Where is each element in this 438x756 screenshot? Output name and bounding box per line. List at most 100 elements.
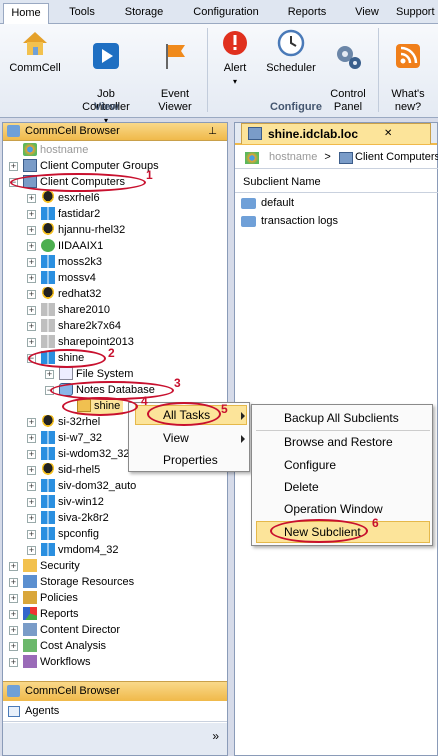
event-viewer-label: Event Viewer [158,88,192,113]
tree-item-client[interactable]: siv-dom32_auto [41,479,136,495]
tree-item-client[interactable]: share2k7x64 [41,319,121,335]
menu-item-configure[interactable]: Configure [284,456,336,474]
tree-item-label: IIDAAIX1 [58,240,104,252]
tree-item-client[interactable]: IIDAAIX1 [41,239,103,255]
alert-button[interactable]: Alert ▾ [212,28,258,88]
tree-item-client[interactable]: vmdom4_32 [41,543,119,559]
tab-home[interactable]: Home [3,3,49,24]
menu-item-properties[interactable]: Properties [163,451,218,469]
tree-root[interactable]: hostname [23,143,88,159]
tab-support[interactable]: Support [396,3,438,24]
alert-label: Alert [223,62,247,74]
whats-new-button[interactable]: What's new? [382,28,434,114]
tab-tools[interactable]: Tools [54,3,110,24]
expand-icon[interactable]: + [27,338,36,347]
breadcrumb: hostname > Client Computers [235,147,438,169]
event-viewer-button[interactable]: Event Viewer [148,28,202,114]
expand-icon[interactable]: + [27,546,36,555]
expand-icon[interactable]: + [9,162,18,171]
tree-item-workflows[interactable]: Workflows [23,655,91,671]
tab-configuration[interactable]: Configuration [180,3,272,24]
expand-icon[interactable]: + [27,274,36,283]
expand-icon[interactable]: + [27,418,36,427]
expand-icon[interactable]: + [27,466,36,475]
tree-item-storage-resources[interactable]: Storage Resources [23,575,134,591]
tree-item-client[interactable]: si-wdom32_32 [41,447,130,463]
expand-icon[interactable]: + [9,610,18,619]
node0-icon [23,559,37,572]
expand-icon[interactable]: + [27,450,36,459]
menu-item-operation-window[interactable]: Operation Window [284,500,383,518]
tree-item-label: Client Computer Groups [40,160,159,172]
bottom-browser-header[interactable]: CommCell Browser [3,681,227,701]
win-icon [41,495,55,508]
tree-item-client[interactable]: hjannu-rhel32 [41,223,125,239]
ribbon-separator [378,28,379,112]
tree-item-security[interactable]: Security [23,559,80,575]
menu-item-backup-all-subclients[interactable]: Backup All Subclients [284,409,399,427]
expand-icon[interactable]: + [27,434,36,443]
expand-icon[interactable]: + [9,594,18,603]
tree-item-client[interactable]: sid-rhel5 [41,463,100,479]
expand-icon[interactable]: + [27,210,36,219]
expand-icon[interactable]: + [9,626,18,635]
tree-item-label: Reports [40,608,79,620]
tree-item-reports[interactable]: Reports [23,607,79,623]
tree-item-client[interactable]: esxrhel6 [41,191,100,207]
expand-icon[interactable]: + [27,482,36,491]
pin-icon[interactable]: ⊥ [208,123,217,140]
agents-item[interactable]: Agents [3,702,227,722]
tree-item-client[interactable]: siv-win12 [41,495,104,511]
expand-icon[interactable]: + [9,658,18,667]
tree-item-client[interactable]: spconfig [41,527,99,543]
tree-item-client[interactable]: share2010 [41,303,110,319]
expand-icon[interactable]: + [27,322,36,331]
tree-item-client[interactable]: si-32rhel [41,415,100,431]
breadcrumb-root[interactable]: hostname [269,151,317,163]
expand-icon[interactable]: + [27,242,36,251]
expand-icon[interactable]: + [9,578,18,587]
commcell-button[interactable]: CommCell [4,28,66,75]
expand-icon[interactable]: + [9,562,18,571]
menu-item-browse-and-restore[interactable]: Browse and Restore [284,433,393,451]
breadcrumb-current[interactable]: Client Computers [355,147,438,168]
tree-item-client[interactable]: moss2k3 [41,255,102,271]
list-item[interactable]: default [241,195,294,213]
menu-item-delete[interactable]: Delete [284,478,319,496]
tree-item-policies[interactable]: Policies [23,591,78,607]
commcell-label: CommCell [9,62,61,74]
ribbon: CommCell Job Controller ▾ Event Viewer A… [0,24,438,125]
close-icon[interactable]: ✕ [384,124,392,144]
scheduler-button[interactable]: Scheduler [262,28,320,75]
more-icon[interactable]: » [212,729,219,743]
tree-item-label: siv-dom32_auto [58,480,137,492]
menu-item-view[interactable]: View [163,429,189,447]
control-panel-button[interactable]: Control Panel [322,28,374,114]
tree-item-client[interactable]: siva-2k8r2 [41,511,109,527]
expand-icon[interactable]: + [27,514,36,523]
expand-icon[interactable]: + [45,370,54,379]
expand-icon[interactable]: + [27,306,36,315]
column-header-subclient-name[interactable]: Subclient Name [235,173,438,193]
tree-item-client[interactable]: redhat32 [41,287,101,303]
expand-icon[interactable]: + [27,258,36,267]
expand-icon[interactable]: + [27,194,36,203]
tree-item-cost-analysis[interactable]: Cost Analysis [23,639,106,655]
expand-icon[interactable]: + [9,642,18,651]
tab-reports[interactable]: Reports [276,3,338,24]
tab-storage[interactable]: Storage [112,3,176,24]
win-icon [41,335,55,348]
tree-item-client[interactable]: fastidar2 [41,207,100,223]
expand-icon[interactable]: + [27,290,36,299]
expand-icon[interactable]: + [27,226,36,235]
list-item[interactable]: transaction logs [241,213,338,231]
expand-icon[interactable]: + [27,498,36,507]
tab-shine-idclab[interactable]: shine.idclab.loc ✕ [241,123,431,144]
home-icon [23,32,47,55]
tree-item-label: si-w7_32 [58,432,103,444]
expand-icon[interactable]: + [27,530,36,539]
tree-item-client[interactable]: si-w7_32 [41,431,102,447]
tab-view[interactable]: View [342,3,392,24]
tree-item-client[interactable]: mossv4 [41,271,96,287]
tree-item-content-director[interactable]: Content Director [23,623,120,639]
